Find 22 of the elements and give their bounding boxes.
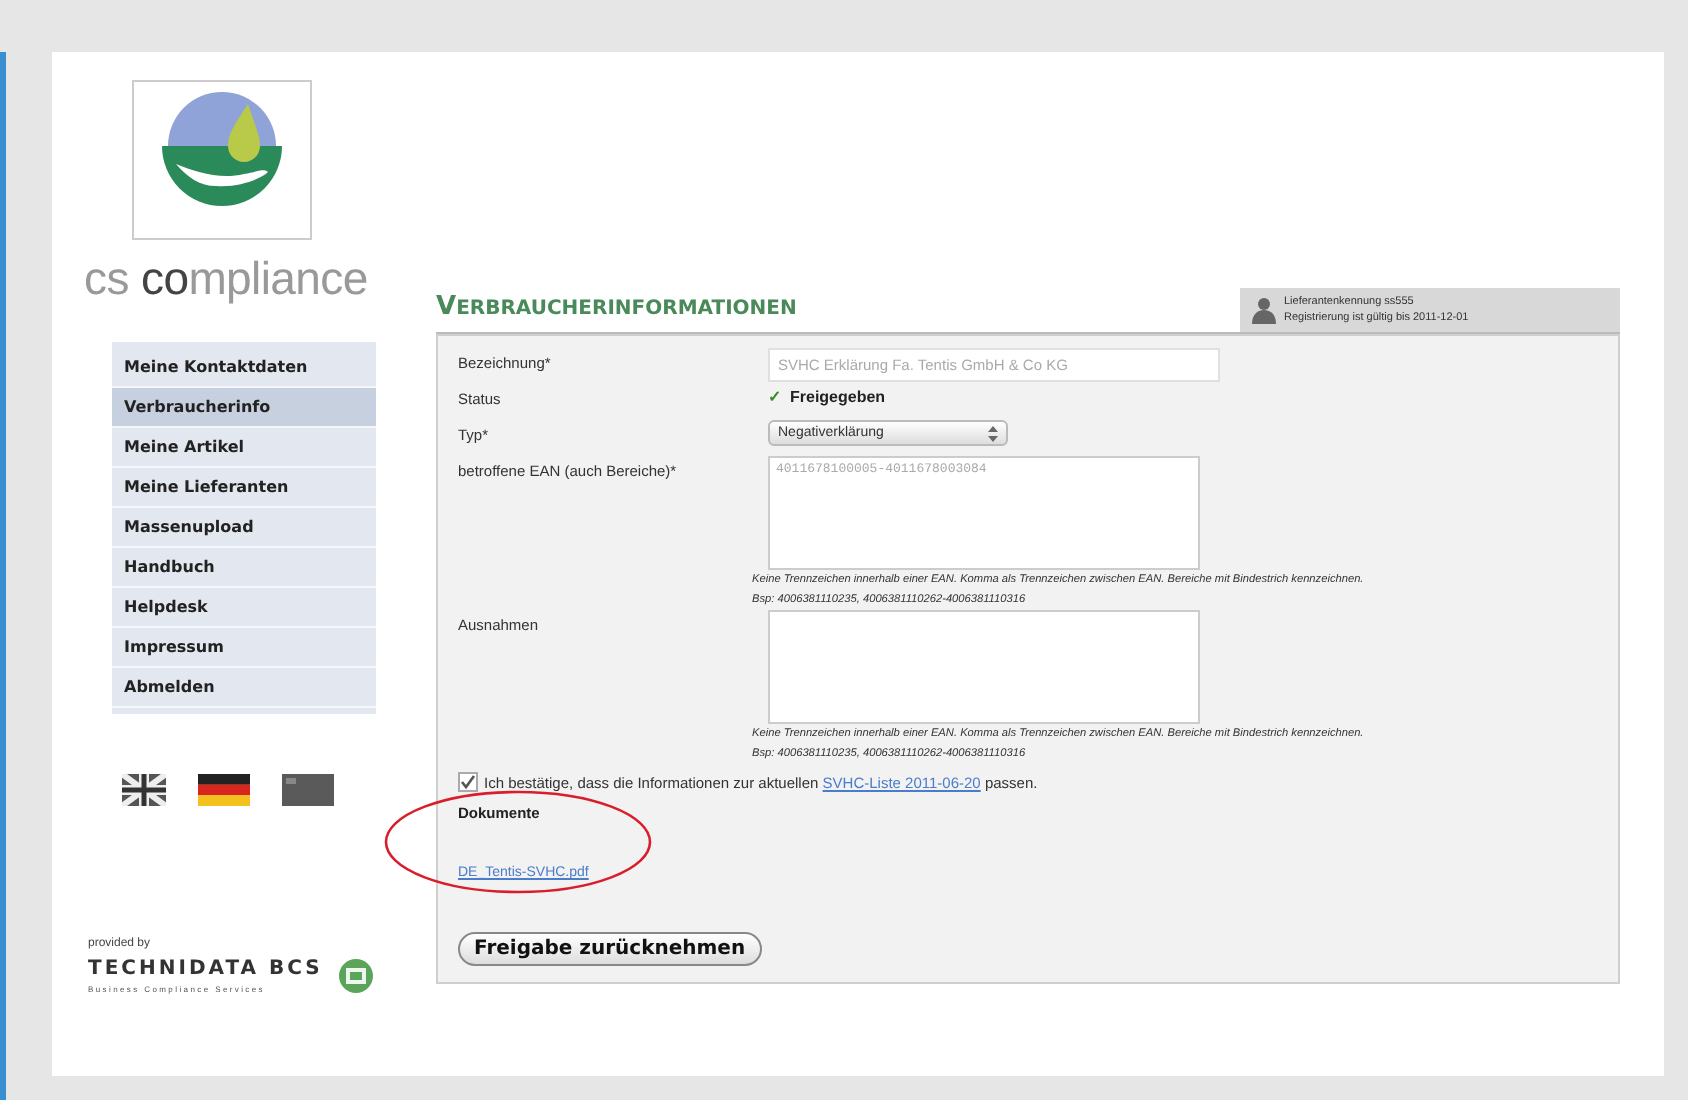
nav-item[interactable]: Meine Artikel [112, 428, 376, 468]
checkbox[interactable] [458, 772, 478, 792]
nav-item[interactable]: Helpdesk [112, 588, 376, 628]
german-flag-icon[interactable] [198, 774, 250, 806]
logo-text: cs compliance [84, 252, 368, 306]
nav-item[interactable]: Verbraucherinfo [112, 388, 376, 428]
nav-item[interactable]: Abmelden [112, 668, 376, 708]
check-icon: ✓ [768, 388, 782, 406]
exceptions-field[interactable] [768, 610, 1200, 724]
provider-name: TECHNIDATA BCS [88, 958, 323, 980]
revoke-button[interactable]: Freigabe zurücknehmen [458, 932, 762, 966]
nav-item[interactable]: Handbuch [112, 548, 376, 588]
page-title: VERBRAUCHERINFORMATIONEN [436, 292, 797, 322]
user-icon [1252, 296, 1276, 324]
logo-icon [132, 80, 312, 240]
provider-logo-icon [338, 958, 375, 994]
uk-flag-icon[interactable] [122, 774, 166, 806]
nav-item[interactable]: Impressum [112, 628, 376, 668]
stepper-arrows-icon [988, 425, 998, 441]
nav-item[interactable]: Meine Lieferanten [112, 468, 376, 508]
nav-item[interactable]: Massenupload [112, 508, 376, 548]
status-value: Freigegeben [790, 388, 886, 406]
